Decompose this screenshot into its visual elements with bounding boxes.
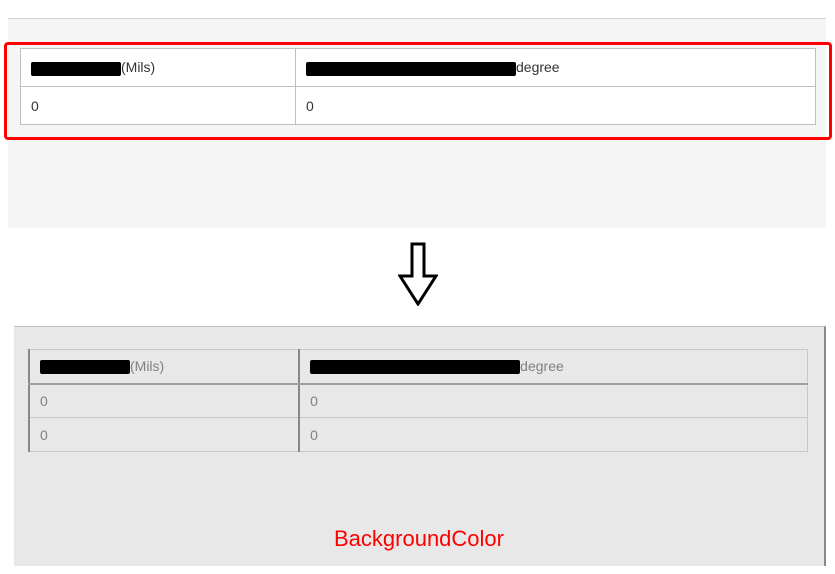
bottom-panel: (Mils) degree 0 0 0 0 BackgroundColor <box>14 326 826 566</box>
table-row: 0 0 <box>29 418 808 452</box>
redacted-text <box>306 62 516 76</box>
redacted-text <box>31 62 121 76</box>
table-row: 0 0 <box>29 384 808 418</box>
top-cell-r0c1[interactable]: 0 <box>296 87 816 125</box>
col2-suffix: degree <box>516 59 560 75</box>
col1-suffix: (Mils) <box>121 59 155 75</box>
table-header-row: (Mils) degree <box>21 49 816 87</box>
redacted-text <box>40 360 130 374</box>
bottom-header-col1[interactable]: (Mils) <box>29 350 299 384</box>
bottom-cell-r1c1[interactable]: 0 <box>299 418 807 452</box>
bottom-cell-r0c1[interactable]: 0 <box>299 384 807 418</box>
table-header-row: (Mils) degree <box>29 350 808 384</box>
top-table: (Mils) degree 0 0 <box>20 48 816 125</box>
redacted-text <box>310 360 520 374</box>
bottom-table: (Mils) degree 0 0 0 0 <box>28 349 808 452</box>
top-header-col2[interactable]: degree <box>296 49 816 87</box>
bottom-cell-r0c0[interactable]: 0 <box>29 384 299 418</box>
top-header-col1[interactable]: (Mils) <box>21 49 296 87</box>
table-row: 0 0 <box>21 87 816 125</box>
bottom-cell-r1c0[interactable]: 0 <box>29 418 299 452</box>
bottom-header-col2[interactable]: degree <box>299 350 807 384</box>
col2-suffix: degree <box>520 358 564 374</box>
top-cell-r0c0[interactable]: 0 <box>21 87 296 125</box>
col1-suffix: (Mils) <box>130 358 164 374</box>
arrow-down-icon <box>398 242 438 306</box>
caption-label: BackgroundColor <box>14 526 824 552</box>
